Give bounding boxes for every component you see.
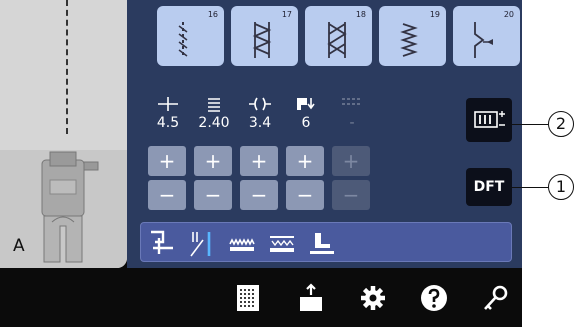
stitch-option-button[interactable] bbox=[466, 98, 512, 142]
pattern-number: 17 bbox=[281, 10, 292, 19]
stitch-length-minus-button[interactable]: − bbox=[194, 180, 232, 210]
callout-marker-1: 1 bbox=[548, 174, 574, 200]
blind-hem-stitch-icon bbox=[474, 22, 493, 58]
stitch-option-icon bbox=[474, 111, 505, 128]
feed-plus-button[interactable]: + bbox=[332, 146, 370, 176]
pattern-tile-19[interactable]: 19 bbox=[379, 6, 446, 66]
lock-key-button[interactable] bbox=[481, 283, 511, 313]
multi-zigzag-stitch-icon bbox=[400, 23, 418, 57]
export-button[interactable] bbox=[296, 283, 326, 313]
pattern-tile-17[interactable]: 17 bbox=[231, 6, 298, 66]
straight-stitch-icon bbox=[178, 22, 188, 58]
foot-pressure-plus-button[interactable]: + bbox=[286, 146, 324, 176]
stitch-width-icon bbox=[158, 97, 178, 111]
needle-up-down-button[interactable] bbox=[147, 228, 177, 258]
dual-feed-icon bbox=[270, 236, 294, 252]
stitch-width-param: 4.5 bbox=[145, 95, 191, 131]
stitch-length-icon bbox=[208, 98, 220, 112]
feed-value: - bbox=[349, 115, 355, 131]
stitch-width-value: 4.5 bbox=[156, 115, 180, 131]
stitch-length-value: 2.40 bbox=[198, 115, 230, 131]
stitch-width-plus-button[interactable]: + bbox=[148, 146, 186, 176]
needle-up-down-icon bbox=[151, 230, 173, 254]
presser-foot-letter: A bbox=[13, 236, 25, 256]
feed-minus-button[interactable]: − bbox=[332, 180, 370, 210]
foot-pressure-value: 6 bbox=[301, 115, 311, 131]
tension-value: 3.4 bbox=[248, 115, 272, 131]
feed-param: - bbox=[329, 95, 375, 131]
key-icon bbox=[484, 285, 508, 310]
function-toolbar bbox=[140, 222, 512, 262]
presser-foot-up-icon bbox=[310, 233, 334, 254]
twin-needle-icon bbox=[190, 232, 211, 257]
twin-needle-button[interactable] bbox=[187, 228, 217, 258]
callout-leader-line bbox=[512, 187, 548, 188]
memory-button[interactable] bbox=[233, 283, 263, 313]
pattern-number: 19 bbox=[429, 10, 440, 19]
memory-icon bbox=[237, 285, 259, 311]
default-settings-button[interactable]: DFT bbox=[466, 168, 512, 206]
tension-icon bbox=[249, 97, 271, 111]
help-icon bbox=[421, 285, 447, 311]
pattern-number: 18 bbox=[355, 10, 366, 19]
sewing-machine-screen-figure: A 16 17 18 19 20 4.5 2.40 3.4 6 - + − + … bbox=[0, 0, 579, 327]
needle-position-line bbox=[66, 0, 68, 134]
zigzag-stitch-icon bbox=[252, 22, 272, 58]
pattern-number: 20 bbox=[503, 10, 514, 19]
stitch-width-minus-button[interactable]: − bbox=[148, 180, 186, 210]
settings-gear-icon bbox=[361, 286, 385, 310]
stitch-preview-panel: A bbox=[0, 0, 127, 268]
bottom-navigation-bar bbox=[0, 268, 522, 327]
stitch-length-param: 2.40 bbox=[191, 95, 237, 131]
foot-pressure-minus-button[interactable]: − bbox=[286, 180, 324, 210]
foot-pressure-icon bbox=[297, 98, 315, 110]
tension-param: 3.4 bbox=[237, 95, 283, 131]
help-button[interactable] bbox=[419, 283, 449, 313]
stitch-length-plus-button[interactable]: + bbox=[194, 146, 232, 176]
pattern-tile-16[interactable]: 16 bbox=[157, 6, 224, 66]
settings-button[interactable] bbox=[358, 283, 388, 313]
tension-plus-button[interactable]: + bbox=[240, 146, 278, 176]
feed-dog-button[interactable] bbox=[227, 228, 257, 258]
dual-feed-button[interactable] bbox=[267, 228, 297, 258]
presser-foot-button[interactable] bbox=[307, 228, 337, 258]
pattern-number: 16 bbox=[207, 10, 218, 19]
stitch-settings-panel: 16 17 18 19 20 4.5 2.40 3.4 6 - + − + − … bbox=[127, 0, 522, 268]
pattern-tile-18[interactable]: 18 bbox=[305, 6, 372, 66]
triangle-stitch-icon bbox=[327, 22, 347, 58]
feed-icon bbox=[342, 98, 362, 105]
export-icon bbox=[300, 283, 322, 311]
foot-pressure-param: 6 bbox=[283, 95, 329, 131]
feed-dog-icon bbox=[229, 238, 255, 251]
pattern-tile-20[interactable]: 20 bbox=[453, 6, 520, 66]
callout-marker-2: 2 bbox=[548, 111, 574, 137]
callout-leader-line bbox=[512, 124, 548, 125]
touch-screen: A 16 17 18 19 20 4.5 2.40 3.4 6 - + − + … bbox=[0, 0, 522, 327]
tension-minus-button[interactable]: − bbox=[240, 180, 278, 210]
